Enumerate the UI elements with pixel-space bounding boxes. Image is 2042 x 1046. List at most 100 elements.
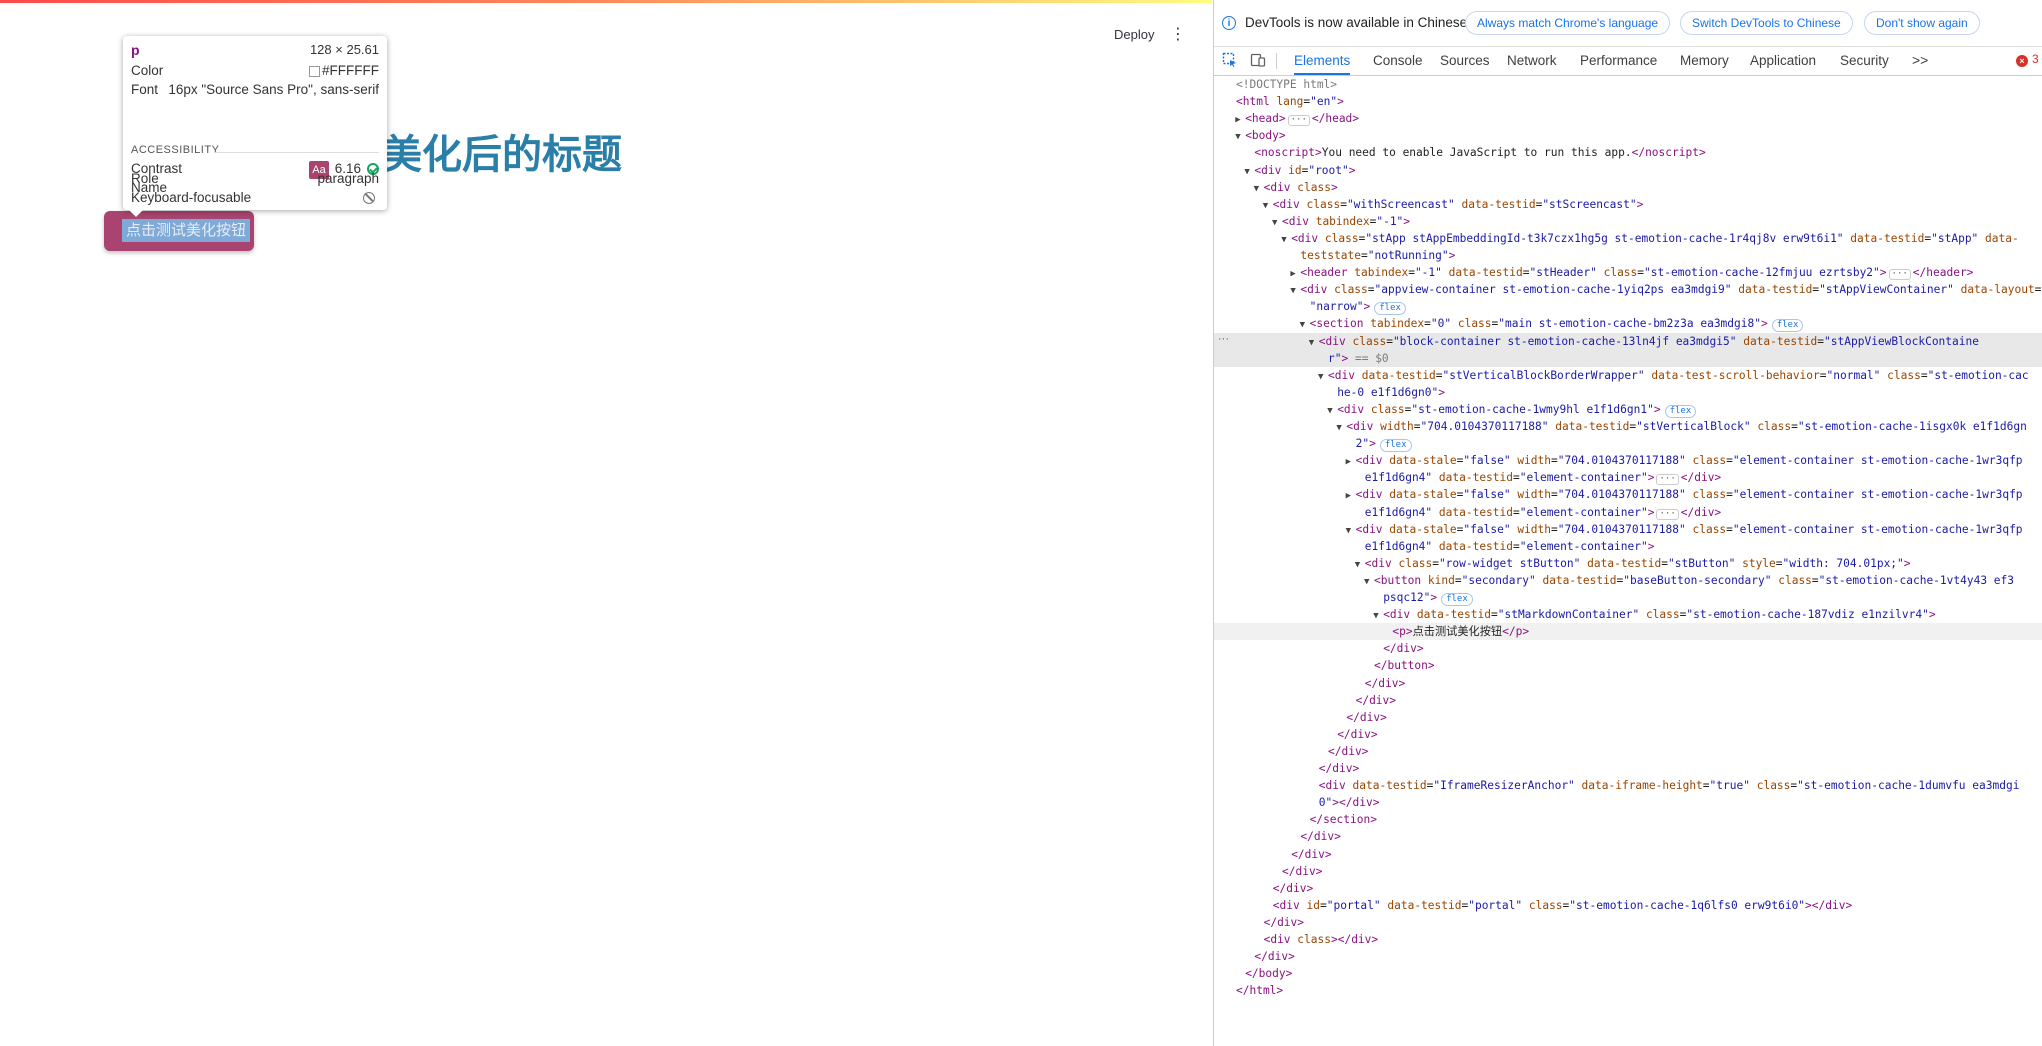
dom-tree-line[interactable]: ▼ <div data-testid="stVerticalBlockBorder… xyxy=(1214,367,2042,384)
dom-tree-line[interactable]: </div> xyxy=(1214,828,2042,845)
dom-tree-line[interactable]: ▼ <button kind="secondary" data-testid="b… xyxy=(1214,572,2042,589)
dom-node-markup: <p>点击测试美化按钮</p> xyxy=(1392,625,1530,639)
devtools-tab-bar: Elements Console Sources Network Perform… xyxy=(1214,47,2042,76)
dom-tree-line[interactable]: ▼ <div width="704.0104370117188" data-tes… xyxy=(1214,418,2042,435)
switch-to-chinese-button[interactable]: Switch DevTools to Chinese xyxy=(1680,11,1853,35)
not-focusable-icon xyxy=(363,192,375,204)
dom-tree-line[interactable]: "narrow"> flex xyxy=(1214,298,2042,316)
dom-node-markup: </div> xyxy=(1272,881,1314,895)
dom-tree-line[interactable]: psqc12"> flex xyxy=(1214,589,2042,606)
test-button-label: 点击测试美化按钮 xyxy=(122,219,251,242)
dom-node-markup: <div data-stale="false" width="704.01043… xyxy=(1355,488,2023,502)
dom-tree-line[interactable]: </div> xyxy=(1214,846,2042,863)
dom-node-markup: e1f1d6gn4" data-testid="element-containe… xyxy=(1364,471,1722,486)
dom-tree-line[interactable]: </html> xyxy=(1214,982,2042,999)
tab-security[interactable]: Security xyxy=(1840,47,1889,74)
device-toolbar-icon[interactable] xyxy=(1250,52,1266,68)
dom-tree-line[interactable]: 2"> flex xyxy=(1214,435,2042,453)
more-tabs-chevron-icon[interactable]: >> xyxy=(1912,47,1928,74)
dom-tree-line[interactable]: e1f1d6gn4" data-testid="element-containe… xyxy=(1214,469,2042,486)
dom-tree-line[interactable]: </button> xyxy=(1214,657,2042,674)
color-hex: #FFFFFF xyxy=(322,63,379,78)
dom-tree-line[interactable]: ▼ <div class="stApp stAppEmbeddingId-t3k7… xyxy=(1214,230,2042,247)
dom-tree-line[interactable]: </div> xyxy=(1214,880,2042,897)
tab-application[interactable]: Application xyxy=(1750,47,1816,74)
dom-tree-line[interactable]: <div class></div> xyxy=(1214,931,2042,948)
dom-tree-line[interactable]: ▼ <div id="root"> xyxy=(1214,162,2042,179)
dom-tree-line[interactable]: </div> xyxy=(1214,675,2042,692)
dom-tree-line[interactable]: </div> xyxy=(1214,726,2042,743)
dom-tree-line[interactable]: e1f1d6gn4" data-testid="element-containe… xyxy=(1214,504,2042,521)
dom-node-markup: e1f1d6gn4" data-testid="element-containe… xyxy=(1364,539,1655,553)
dom-node-markup: teststate="notRunning"> xyxy=(1300,249,1456,262)
dom-node-markup: </div> xyxy=(1291,847,1332,861)
dom-node-markup: <div data-testid="stMarkdownContainer" c… xyxy=(1383,608,1936,622)
dom-tree-line[interactable]: ▼ <div class="appview-container st-emotio… xyxy=(1214,281,2042,298)
dom-tree-line[interactable]: <noscript>You need to enable JavaScript … xyxy=(1214,144,2042,161)
dom-tree-line[interactable]: <div id="portal" data-testid="portal" cl… xyxy=(1214,897,2042,914)
dom-tree-line[interactable]: <!DOCTYPE html> xyxy=(1214,76,2042,93)
tab-sources[interactable]: Sources xyxy=(1440,47,1490,74)
gutter-ellipsis-icon[interactable]: ··· xyxy=(1218,333,1229,345)
devtools-panel: i DevTools is now available in Chinese! … xyxy=(1213,0,2042,1046)
dom-tree-line[interactable]: </section> xyxy=(1214,811,2042,828)
dom-tree-line[interactable]: ▶ <header tabindex="-1" data-testid="stHe… xyxy=(1214,264,2042,281)
dom-tree-line[interactable]: he-0 e1f1d6gn0"> xyxy=(1214,384,2042,401)
dom-tree-line[interactable]: ▶ <head> ··· </head> xyxy=(1214,110,2042,127)
tab-network[interactable]: Network xyxy=(1507,47,1557,74)
tab-memory[interactable]: Memory xyxy=(1680,47,1729,74)
dom-node-markup: psqc12"> flex xyxy=(1383,591,1473,606)
dom-tree-line[interactable]: </div> xyxy=(1214,709,2042,726)
dom-tree-line[interactable]: ▼ <div class="withScreencast" data-testid… xyxy=(1214,196,2042,213)
dom-tree-line[interactable]: </body> xyxy=(1214,965,2042,982)
dom-node-markup: <html lang="en"> xyxy=(1236,95,1344,109)
dom-tree-line[interactable]: ▼ <div class> xyxy=(1214,179,2042,196)
elements-dom-tree[interactable]: <!DOCTYPE html> <html lang="en"> ▶ <head> ··… xyxy=(1214,76,2042,1046)
dom-tree-line[interactable]: e1f1d6gn4" data-testid="element-containe… xyxy=(1214,538,2042,555)
always-match-language-button[interactable]: Always match Chrome's language xyxy=(1465,11,1671,35)
dom-tree-line[interactable]: </div> xyxy=(1214,640,2042,657)
tab-elements[interactable]: Elements xyxy=(1294,47,1351,75)
dom-tree-line[interactable]: <p>点击测试美化按钮</p> xyxy=(1214,623,2042,641)
dom-tree-line[interactable]: ▼ <div class="st-emotion-cache-1wmy9hl e1… xyxy=(1214,401,2042,418)
dom-node-markup: </html> xyxy=(1236,984,1284,998)
tooltip-color-row: Color #FFFFFF xyxy=(131,62,379,80)
tab-console[interactable]: Console xyxy=(1373,47,1423,74)
dom-tree-line[interactable]: </div> xyxy=(1214,743,2042,760)
dom-tree-line[interactable]: </div> xyxy=(1214,760,2042,777)
dom-tree-line[interactable]: ▼ <div data-testid="stMarkdownContainer" … xyxy=(1214,606,2042,623)
dom-tree-line[interactable]: </div> xyxy=(1214,692,2042,709)
dom-tree-line[interactable]: <div data-testid="IframeResizerAnchor" d… xyxy=(1214,777,2042,794)
dom-tree-line[interactable]: ▼ <div class="block-container st-emotion-… xyxy=(1214,332,2042,350)
dom-node-markup: <div id="portal" data-testid="portal" cl… xyxy=(1272,898,1853,912)
dom-tree-line[interactable]: teststate="notRunning"> xyxy=(1214,247,2042,264)
dom-tree-line[interactable]: ▼ <div data-stale="false" width="704.0104… xyxy=(1214,521,2042,538)
dom-tree-line[interactable]: ▼ <section tabindex="0" class="main st-em… xyxy=(1214,315,2042,333)
dom-node-markup: <div class> xyxy=(1263,180,1338,194)
tooltip-role-row: Role paragraph xyxy=(131,170,379,188)
dom-tree-line[interactable]: ▼ <div class="row-widget stButton" data-t… xyxy=(1214,555,2042,572)
test-beautify-button[interactable]: 点击测试美化按钮 xyxy=(104,211,254,251)
dom-tree-line[interactable]: </div> xyxy=(1214,948,2042,965)
dom-node-markup: "narrow"> flex xyxy=(1310,300,1406,316)
dom-node-markup: </section> xyxy=(1309,813,1377,827)
dom-tree-line[interactable]: 0"></div> xyxy=(1214,794,2042,811)
dom-node-markup: <div id="root"> xyxy=(1254,163,1356,177)
tab-performance[interactable]: Performance xyxy=(1580,47,1657,74)
dom-tree-line[interactable]: </div> xyxy=(1214,914,2042,931)
dom-tree-line[interactable]: ▶ <div data-stale="false" width="704.0104… xyxy=(1214,486,2042,503)
dont-show-again-button[interactable]: Don't show again xyxy=(1864,11,1980,35)
dom-tree-line[interactable]: ▼ <body> xyxy=(1214,127,2042,144)
dom-tree-line[interactable]: <html lang="en"> xyxy=(1214,93,2042,110)
inspect-element-icon[interactable] xyxy=(1222,52,1238,68)
deploy-button[interactable]: Deploy xyxy=(1110,24,1158,46)
error-icon[interactable]: × xyxy=(2016,55,2028,67)
dom-tree-line[interactable]: ▶ <div data-stale="false" width="704.0104… xyxy=(1214,452,2042,469)
error-count[interactable]: 3 xyxy=(2032,52,2039,66)
dom-node-markup: <div width="704.0104370117188" data-test… xyxy=(1346,420,2027,433)
dom-tree-line[interactable]: ▼ <div tabindex="-1"> xyxy=(1214,213,2042,230)
dom-tree-line[interactable]: r"> == $0 xyxy=(1214,349,2042,367)
kebab-menu-icon[interactable]: ⋮ xyxy=(1167,24,1189,46)
dom-node-markup: </div> xyxy=(1318,762,1360,775)
dom-tree-line[interactable]: </div> xyxy=(1214,863,2042,880)
